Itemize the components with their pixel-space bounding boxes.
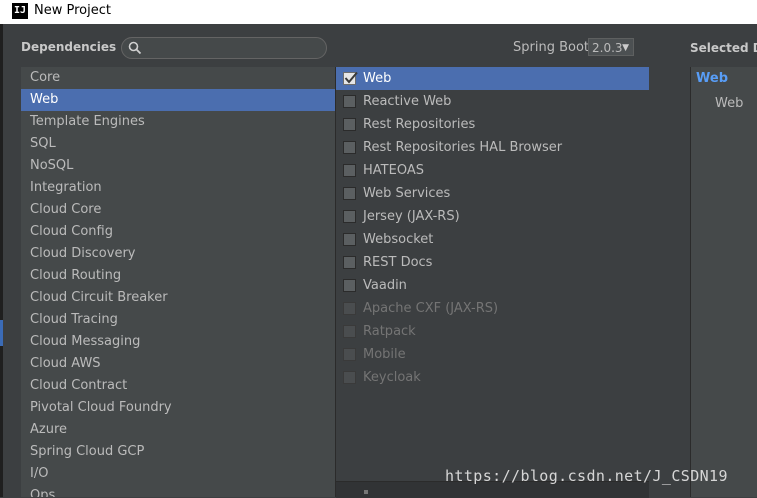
- dependency-label: Web Services: [363, 186, 451, 201]
- dependency-label: Ratpack: [363, 324, 416, 339]
- dependency-label: Websocket: [363, 232, 434, 247]
- checkbox-rest-docs[interactable]: [343, 256, 356, 269]
- spring-boot-version-select[interactable]: 2.0.3 ▼: [588, 38, 634, 56]
- checkbox-jersey-jax-rs[interactable]: [343, 210, 356, 223]
- dependency-item-reactive-web[interactable]: Reactive Web: [336, 90, 649, 113]
- dependency-label: Reactive Web: [363, 94, 452, 109]
- category-item-cloud-core[interactable]: Cloud Core: [21, 199, 335, 221]
- search-icon: [128, 41, 142, 55]
- category-item-ops[interactable]: Ops: [21, 485, 335, 497]
- category-item-cloud-config[interactable]: Cloud Config: [21, 221, 335, 243]
- dependency-label: Apache CXF (JAX-RS): [363, 301, 499, 316]
- category-item-cloud-aws[interactable]: Cloud AWS: [21, 353, 335, 375]
- dependency-label: Vaadin: [363, 278, 407, 293]
- dependency-label: REST Docs: [363, 255, 433, 270]
- search-input[interactable]: [146, 39, 320, 57]
- spring-boot-label: Spring Boot: [513, 40, 590, 55]
- selected-dependencies-header: Selected D: [690, 41, 757, 55]
- window-left-edge: [0, 24, 3, 497]
- selected-group-web: Web: [696, 71, 728, 86]
- checkbox-web[interactable]: [343, 71, 358, 85]
- search-box[interactable]: [121, 37, 327, 59]
- dependency-label: Mobile: [363, 347, 406, 362]
- category-item-pivotal-cloud-foundry[interactable]: Pivotal Cloud Foundry: [21, 397, 335, 419]
- dependency-item-websocket[interactable]: Websocket: [336, 228, 649, 251]
- watermark-text: https://blog.csdn.net/J_CSDN19: [445, 467, 728, 485]
- dependencies-label: Dependencies: [21, 40, 117, 54]
- category-item-azure[interactable]: Azure: [21, 419, 335, 441]
- dependency-list: Web Reactive Web Rest Repositories Rest Rep…: [336, 67, 649, 481]
- dependency-item-rest-repositories-hal-browser[interactable]: Rest Repositories HAL Browser: [336, 136, 649, 159]
- checkbox-mobile: [343, 348, 356, 361]
- checkbox-rest-repositories[interactable]: [343, 118, 356, 131]
- dependency-item-vaadin[interactable]: Vaadin: [336, 274, 649, 297]
- category-item-cloud-routing[interactable]: Cloud Routing: [21, 265, 335, 287]
- category-item-core[interactable]: Core: [21, 67, 335, 89]
- window-title: New Project: [34, 3, 111, 18]
- dependency-item-rest-docs[interactable]: REST Docs: [336, 251, 649, 274]
- selected-item-web[interactable]: Web: [715, 96, 743, 111]
- dependency-item-jersey-jax-rs[interactable]: Jersey (JAX-RS): [336, 205, 649, 228]
- selected-dependencies-panel: Web Web: [690, 67, 757, 497]
- dependency-label: Web: [363, 71, 392, 86]
- category-item-integration[interactable]: Integration: [21, 177, 335, 199]
- checkbox-websocket[interactable]: [343, 233, 356, 246]
- category-item-cloud-messaging[interactable]: Cloud Messaging: [21, 331, 335, 353]
- dependency-item-web[interactable]: Web: [336, 67, 649, 90]
- dependency-label: Keycloak: [363, 370, 421, 385]
- spring-boot-version-value: 2.0.3: [592, 41, 623, 55]
- dependency-item-web-services[interactable]: Web Services: [336, 182, 649, 205]
- title-bar: IJ New Project: [0, 0, 757, 24]
- category-item-nosql[interactable]: NoSQL: [21, 155, 335, 177]
- checkbox-reactive-web[interactable]: [343, 95, 356, 108]
- category-item-web[interactable]: Web: [21, 89, 335, 111]
- category-item-cloud-discovery[interactable]: Cloud Discovery: [21, 243, 335, 265]
- checkbox-keycloak: [343, 371, 356, 384]
- category-item-i-o[interactable]: I/O: [21, 463, 335, 485]
- dependency-label: HATEOAS: [363, 163, 424, 178]
- category-list: Core Web Template Engines SQL NoSQL Integrati…: [21, 67, 336, 497]
- checkbox-rest-repositories-hal-browser[interactable]: [343, 141, 356, 154]
- dependency-item-apache-cxf-jax-rs: Apache CXF (JAX-RS): [336, 297, 649, 320]
- checkbox-vaadin[interactable]: [343, 279, 356, 292]
- checkbox-ratpack: [343, 325, 356, 338]
- intellij-app-icon: IJ: [12, 3, 28, 19]
- checkbox-web-services[interactable]: [343, 187, 356, 200]
- dependency-item-hateoas[interactable]: HATEOAS: [336, 159, 649, 182]
- category-item-cloud-circuit-breaker[interactable]: Cloud Circuit Breaker: [21, 287, 335, 309]
- checkbox-apache-cxf-jax-rs: [343, 302, 356, 315]
- category-item-cloud-tracing[interactable]: Cloud Tracing: [21, 309, 335, 331]
- checkmark-icon: [344, 71, 358, 84]
- chevron-down-icon: ▼: [622, 43, 629, 53]
- dependency-item-keycloak: Keycloak: [336, 366, 649, 389]
- category-item-cloud-contract[interactable]: Cloud Contract: [21, 375, 335, 397]
- dependency-label: Jersey (JAX-RS): [363, 209, 460, 224]
- category-item-spring-cloud-gcp[interactable]: Spring Cloud GCP: [21, 441, 335, 463]
- category-item-template-engines[interactable]: Template Engines: [21, 111, 335, 133]
- footer-marker: [364, 490, 368, 494]
- checkbox-hateoas[interactable]: [343, 164, 356, 177]
- dependency-label: Rest Repositories HAL Browser: [363, 140, 563, 155]
- dependency-item-ratpack: Ratpack: [336, 320, 649, 343]
- category-item-sql[interactable]: SQL: [21, 133, 335, 155]
- edge-highlight: [0, 320, 3, 346]
- dependency-item-mobile: Mobile: [336, 343, 649, 366]
- dependency-label: Rest Repositories: [363, 117, 476, 132]
- dependency-item-rest-repositories[interactable]: Rest Repositories: [336, 113, 649, 136]
